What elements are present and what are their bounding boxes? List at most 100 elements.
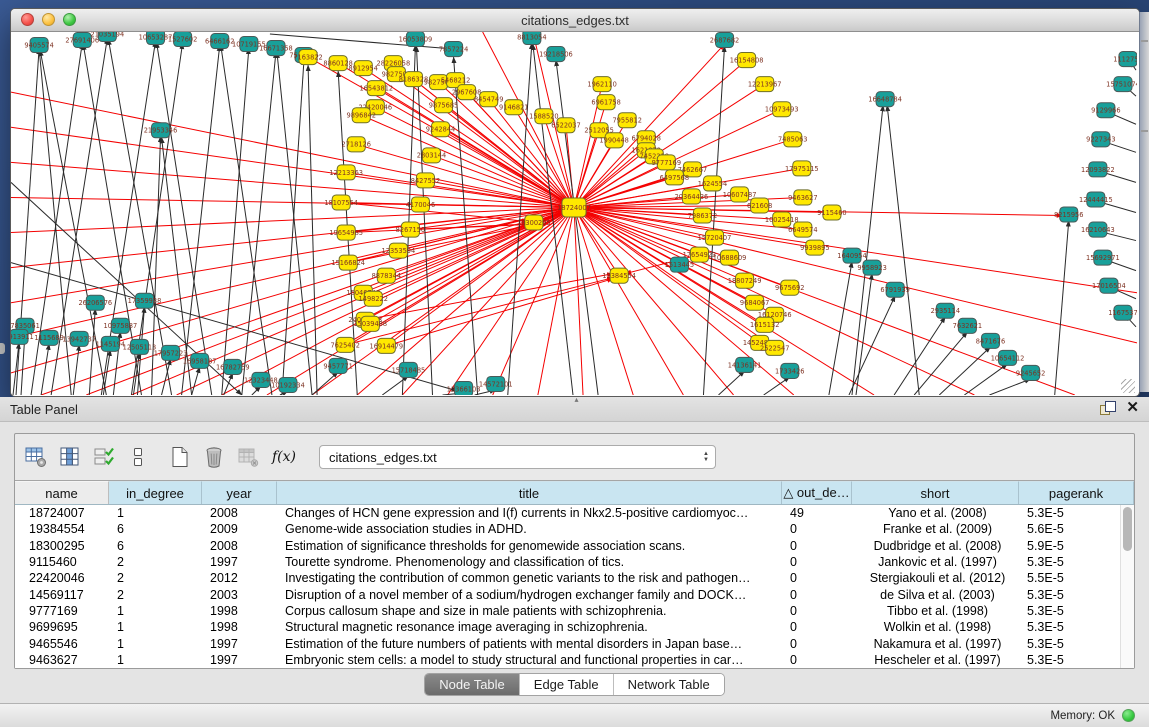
citation-edge-black[interactable] xyxy=(556,60,598,395)
table-row[interactable]: 1938455462009Genome-wide association stu… xyxy=(15,521,1134,537)
table-row[interactable]: 2242004622012Investigating the contribut… xyxy=(15,570,1134,586)
table-cell-short[interactable]: Nakamura et al. (1997) xyxy=(852,637,1019,651)
table-cell-name[interactable]: 18300295 xyxy=(15,539,109,553)
table-row[interactable]: 911546021997Tourette syndrome. Phenomeno… xyxy=(15,554,1134,570)
table-selector-dropdown[interactable]: citations_edges.txt ▲▼ xyxy=(319,445,716,469)
table-cell-short[interactable]: Jankovic et al. (1997) xyxy=(852,555,1019,569)
column-header-name[interactable]: name xyxy=(15,481,109,504)
tab-edge-table[interactable]: Edge Table xyxy=(519,674,613,695)
column-header-title[interactable]: title xyxy=(277,481,782,504)
citation-edge-red[interactable] xyxy=(574,207,1075,395)
table-cell-out_de[interactable]: 0 xyxy=(782,637,852,651)
table-cell-out_de[interactable]: 0 xyxy=(782,604,852,618)
tab-network-table[interactable]: Network Table xyxy=(613,674,724,695)
table-cell-in_degree[interactable]: 1 xyxy=(109,506,202,520)
column-header-in_degree[interactable]: in_degree xyxy=(109,481,202,504)
table-cell-pagerank[interactable]: 5.3E-5 xyxy=(1019,588,1134,602)
citation-edge-red[interactable] xyxy=(11,207,574,302)
table-cell-pagerank[interactable]: 5.3E-5 xyxy=(1019,506,1134,520)
table-row[interactable]: 977716911998Corpus callosum shape and si… xyxy=(15,603,1134,619)
citation-edge-black[interactable] xyxy=(914,332,967,395)
table-cell-pagerank[interactable]: 5.9E-5 xyxy=(1019,539,1134,553)
column-header-short[interactable]: short xyxy=(852,481,1019,504)
table-cell-name[interactable]: 9699695 xyxy=(15,620,109,634)
table-row[interactable]: 969969511998Structural magnetic resonanc… xyxy=(15,619,1134,635)
table-cell-pagerank[interactable]: 5.3E-5 xyxy=(1019,604,1134,618)
float-panel-icon[interactable] xyxy=(1100,400,1116,416)
table-cell-in_degree[interactable]: 1 xyxy=(109,620,202,634)
citation-edge-black[interactable] xyxy=(221,45,272,395)
citation-edge-black[interactable] xyxy=(312,372,338,395)
zoom-window-button[interactable] xyxy=(63,13,76,26)
column-header-year[interactable]: year xyxy=(202,481,277,504)
table-cell-short[interactable]: Stergiakouli et al. (2012) xyxy=(852,571,1019,585)
table-cell-in_degree[interactable]: 2 xyxy=(109,571,202,585)
citation-edge-black[interactable] xyxy=(719,371,745,395)
citation-edge-black[interactable] xyxy=(282,59,304,395)
table-cell-year[interactable]: 2008 xyxy=(202,506,277,520)
citation-edge-red[interactable] xyxy=(574,207,633,395)
citation-edge-black[interactable] xyxy=(1055,221,1069,395)
table-cell-title[interactable]: Tourette syndrome. Phenomenology and cla… xyxy=(277,555,782,569)
table-cell-year[interactable]: 1998 xyxy=(202,620,277,634)
table-row[interactable]: 1456911722003Disruption of a novel membe… xyxy=(15,586,1134,602)
citation-edge-red[interactable] xyxy=(574,207,1137,342)
table-cell-out_de[interactable]: 0 xyxy=(782,522,852,536)
table-cell-out_de[interactable]: 49 xyxy=(782,506,852,520)
table-cell-title[interactable]: Changes of HCN gene expression and I(f) … xyxy=(277,506,782,520)
table-cell-pagerank[interactable]: 5.3E-5 xyxy=(1019,620,1134,634)
citation-edge-red[interactable] xyxy=(11,127,574,207)
table-cell-year[interactable]: 1997 xyxy=(202,653,277,667)
delete-button[interactable] xyxy=(199,442,229,472)
citation-edge-black[interactable] xyxy=(182,45,220,395)
table-cell-title[interactable]: Investigating the contribution of common… xyxy=(277,571,782,585)
table-cell-in_degree[interactable]: 1 xyxy=(109,604,202,618)
table-cell-in_degree[interactable]: 1 xyxy=(109,653,202,667)
table-cell-short[interactable]: Dudbridge et al. (2008) xyxy=(852,539,1019,553)
table-cell-title[interactable]: Estimation of the future numbers of pati… xyxy=(277,637,782,651)
table-cell-short[interactable]: Franke et al. (2009) xyxy=(852,522,1019,536)
table-scrollbar[interactable] xyxy=(1120,505,1134,668)
table-cell-out_de[interactable]: 0 xyxy=(782,620,852,634)
table-cell-name[interactable]: 18724007 xyxy=(15,506,109,520)
table-cell-in_degree[interactable]: 2 xyxy=(109,555,202,569)
table-cell-name[interactable]: 9777169 xyxy=(15,604,109,618)
table-cell-out_de[interactable]: 0 xyxy=(782,588,852,602)
close-panel-icon[interactable]: ✕ xyxy=(1126,400,1139,416)
table-cell-title[interactable]: Corpus callosum shape and size in male p… xyxy=(277,604,782,618)
table-cell-title[interactable]: Structural magnetic resonance image aver… xyxy=(277,620,782,634)
citation-edge-black[interactable] xyxy=(41,344,49,395)
citation-edge-black[interactable] xyxy=(73,345,79,395)
citation-edge-red[interactable] xyxy=(431,155,574,207)
table-cell-title[interactable]: Estimation of significance thresholds fo… xyxy=(277,539,782,553)
table-cell-year[interactable]: 1997 xyxy=(202,637,277,651)
table-row[interactable]: 1830029562008Estimation of significance … xyxy=(15,538,1134,554)
citation-edge-black[interactable] xyxy=(849,296,895,395)
table-cell-out_de[interactable]: 0 xyxy=(782,571,852,585)
table-cell-pagerank[interactable]: 5.5E-5 xyxy=(1019,571,1134,585)
table-cell-short[interactable]: Hescheler et al. (1997) xyxy=(852,653,1019,667)
column-header-pagerank[interactable]: pagerank xyxy=(1019,481,1134,504)
table-cell-short[interactable]: Tibbo et al. (1998) xyxy=(852,604,1019,618)
table-cell-pagerank[interactable]: 5.6E-5 xyxy=(1019,522,1134,536)
minimize-window-button[interactable] xyxy=(42,13,55,26)
tab-node-table[interactable]: Node Table xyxy=(425,674,519,695)
function-builder-button[interactable]: f(x) xyxy=(267,442,301,472)
table-cell-pagerank[interactable]: 5.3E-5 xyxy=(1019,653,1134,667)
table-cell-year[interactable]: 2009 xyxy=(202,522,277,536)
table-cell-short[interactable]: Wolkin et al. (1998) xyxy=(852,620,1019,634)
table-cell-year[interactable]: 2012 xyxy=(202,571,277,585)
citation-edge-black[interactable] xyxy=(277,52,312,395)
citation-edge-black[interactable] xyxy=(416,46,432,395)
table-cell-year[interactable]: 1997 xyxy=(202,555,277,569)
table-cell-in_degree[interactable]: 6 xyxy=(109,522,202,536)
table-cell-in_degree[interactable]: 6 xyxy=(109,539,202,553)
select-column-button[interactable] xyxy=(55,442,85,472)
citation-edge-black[interactable] xyxy=(764,377,790,395)
new-file-button[interactable] xyxy=(165,442,195,472)
table-cell-year[interactable]: 1998 xyxy=(202,604,277,618)
table-scrollbar-thumb[interactable] xyxy=(1123,507,1132,551)
table-cell-short[interactable]: de Silva et al. (2003) xyxy=(852,588,1019,602)
table-row[interactable]: 946362711997Embryonic stem cells: a mode… xyxy=(15,652,1134,668)
table-cell-name[interactable]: 19384554 xyxy=(15,522,109,536)
